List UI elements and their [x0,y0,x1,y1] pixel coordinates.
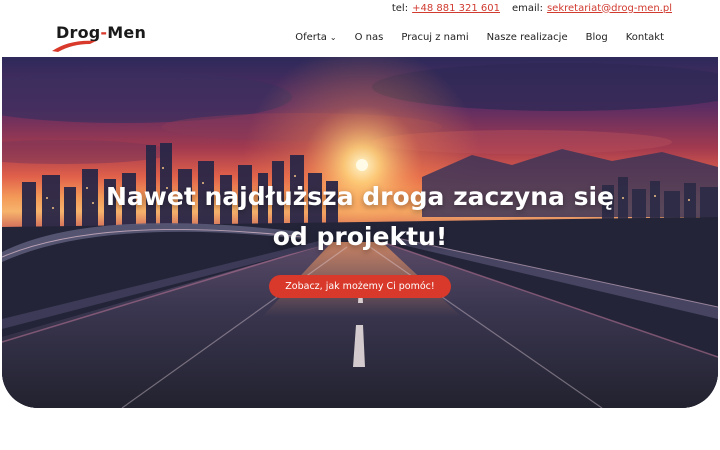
logo[interactable]: Drog-Men [50,19,160,55]
hero-content: Nawet najdłuższa droga zaczyna się od pr… [2,177,718,298]
site-header: Drog-Men Oferta ⌄ O nas Pracuj z nami Na… [0,16,720,58]
nav-item-label: Nasze realizacje [486,31,568,43]
nav-item-label: O nas [354,31,384,43]
email-contact: email: sekretariat@drog-men.pl [512,3,672,14]
nav-item-kontakt[interactable]: Kontakt [626,32,664,43]
nav-item-oferta[interactable]: Oferta ⌄ [295,32,336,43]
main-nav: Oferta ⌄ O nas Pracuj z nami Nasze reali… [295,32,664,43]
hero-title-line1: Nawet najdłuższa droga zaczyna się [106,182,614,211]
email-link[interactable]: sekretariat@drog-men.pl [547,3,672,14]
logo-swoosh-icon [52,40,96,52]
nav-item-nasze-realizacje[interactable]: Nasze realizacje [487,32,568,43]
email-label: email: [512,2,543,14]
nav-item-blog[interactable]: Blog [586,32,608,43]
hero-banner: Nawet najdłuższa droga zaczyna się od pr… [2,57,718,408]
contact-bar: tel: +48 881 321 601 email: sekretariat@… [0,0,720,16]
nav-item-label: Pracuj z nami [401,31,469,43]
phone-label: tel: [391,2,409,14]
nav-item-label: Oferta [295,31,327,43]
hero-title-line2: od projektu! [272,222,448,251]
nav-item-o-nas[interactable]: O nas [355,32,384,43]
phone-contact: tel: +48 881 321 601 [392,3,500,14]
nav-item-label: Kontakt [625,31,664,43]
chevron-down-icon: ⌄ [329,33,337,42]
nav-item-pracuj-z-nami[interactable]: Pracuj z nami [401,32,468,43]
nav-item-label: Blog [585,31,608,43]
phone-link[interactable]: +48 881 321 601 [412,3,500,14]
hero-title: Nawet najdłuższa droga zaczyna się od pr… [2,177,718,257]
cta-button[interactable]: Zobacz, jak możemy Ci pomóc! [269,275,451,298]
